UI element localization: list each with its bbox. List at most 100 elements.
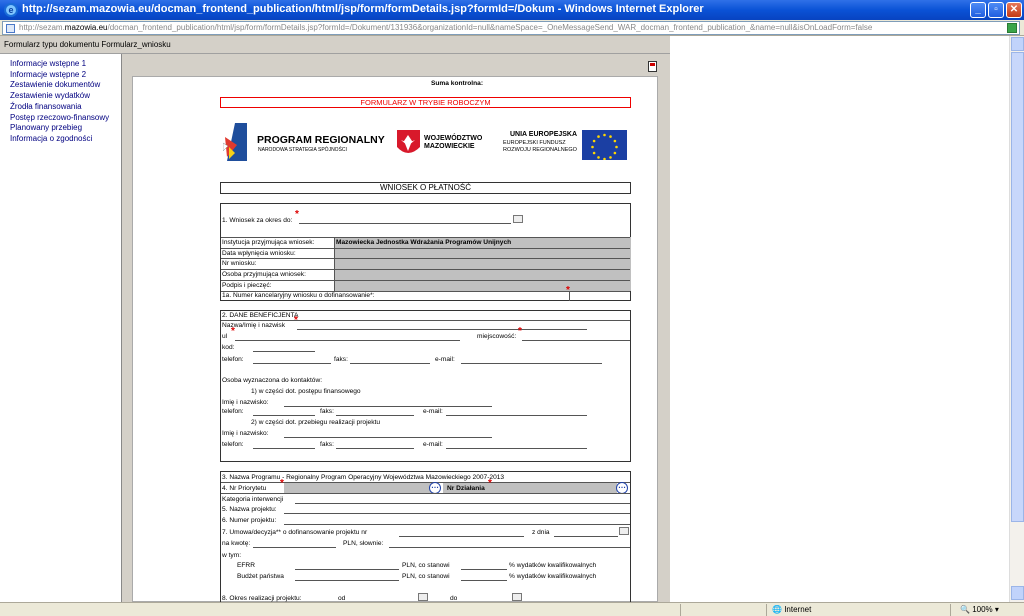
eu-line2: EUROPEJSKI FUNDUSZ (503, 140, 566, 146)
period-realization-label: 8. Okres realizacji projektu: (222, 595, 302, 602)
form-sheet: Suma kontrolna: FORMULARZ W TRYBIE ROBOC… (132, 76, 658, 603)
category-label: Kategoria interwencji (222, 496, 284, 503)
application-number-label: 1a. Numer kancelaryjny wniosku o dofinan… (222, 292, 375, 299)
contract-date-input[interactable] (554, 536, 618, 537)
program-name-label: 3. Nazwa Programu - Regionalny Program O… (222, 474, 505, 481)
budget-label: Budżet państwa (237, 573, 284, 580)
name-input[interactable] (297, 329, 587, 330)
vertical-scrollbar[interactable] (1009, 36, 1024, 602)
phone-input[interactable] (253, 363, 331, 364)
project-number-input[interactable] (284, 524, 630, 525)
fax-input[interactable] (350, 363, 430, 364)
city-label: miejscowość: (477, 333, 517, 340)
zoom-control[interactable]: 🔍 100% ▾ (960, 605, 999, 614)
page-icon (6, 24, 15, 33)
scroll-up-button[interactable] (1011, 37, 1024, 51)
nav-item[interactable]: Zestawienie dokumentów (0, 80, 121, 91)
email-input[interactable] (461, 363, 602, 364)
amount-label: na kwotę: (222, 540, 251, 547)
eu-flag-icon (582, 130, 627, 161)
priority-label: 4. Nr Priorytetu (222, 485, 267, 492)
city-input[interactable] (522, 340, 630, 341)
form-area: Suma kontrolna: FORMULARZ W TRYBIE ROBOC… (122, 54, 670, 603)
contact2-name-input[interactable] (284, 437, 492, 438)
maximize-button[interactable]: ▫ (988, 2, 1004, 18)
period-input[interactable] (299, 223, 511, 224)
calendar-icon[interactable] (513, 215, 523, 223)
efrr-input[interactable] (295, 569, 399, 570)
required-mark: * (231, 326, 235, 337)
institution-value: Mazowiecka Jednostka Wdrażania Programów… (336, 239, 512, 246)
nav-item[interactable]: Postęp rzeczowo-finansowy (0, 113, 121, 124)
calendar-icon[interactable] (512, 593, 522, 601)
eu-line3: ROZWOJU REGIONALNEGO (503, 147, 577, 153)
priority-select[interactable] (284, 483, 432, 493)
calendar-icon[interactable] (418, 593, 428, 601)
program-regionalny-subtitle: NARODOWA STRATEGIA SPÓJNOŚCI (258, 147, 347, 153)
zoom-icon: 🔍 (960, 605, 970, 614)
nav-item[interactable]: Informacja o zgodności (0, 134, 121, 145)
budget-input[interactable] (295, 580, 399, 581)
checksum-label: Suma kontrolna: (431, 80, 484, 87)
contact2-fax-input[interactable] (336, 448, 414, 449)
nav-item[interactable]: Planowany przebieg (0, 123, 121, 134)
amount-input[interactable] (253, 547, 336, 548)
category-input[interactable] (295, 503, 630, 504)
nav-item[interactable]: Informacje wstępne 2 (0, 70, 121, 81)
contact1-name-label: Imię i nazwisko: (222, 399, 269, 406)
contact2-email-label: e-mail: (423, 441, 443, 448)
form-type-header: Formularz typu dokumentu Formularz_wnios… (0, 36, 670, 54)
go-icon[interactable] (1007, 23, 1017, 33)
contact1-fax-input[interactable] (336, 415, 414, 416)
required-mark: * (488, 478, 492, 489)
nav-item[interactable]: Zestawienie wydatków (0, 91, 121, 102)
form-title: WNIOSEK O PŁATNOŚĆ (220, 182, 631, 194)
project-name-label: 5. Nazwa projektu: (222, 506, 277, 513)
postcode-label: kod: (222, 344, 235, 351)
status-bar: 🌐 Internet 🔍 100% ▾ (0, 602, 1024, 616)
nav-item[interactable]: Informacje wstępne 1 (0, 59, 121, 70)
contact1-email-input[interactable] (446, 415, 587, 416)
contact1-name-input[interactable] (284, 406, 492, 407)
contact2-email-input[interactable] (446, 448, 587, 449)
amount-words-input[interactable] (389, 547, 630, 548)
scroll-thumb[interactable] (1011, 52, 1024, 522)
pdf-icon[interactable] (648, 61, 657, 72)
efrr-pct-label: % wydatków kwalifikowalnych (509, 562, 597, 569)
contact2-phone-label: telefon: (222, 441, 244, 448)
fax-label: faks: (334, 356, 348, 363)
nav-item[interactable]: Źrodła finansowania (0, 102, 121, 113)
globe-icon: 🌐 (772, 605, 782, 614)
required-mark: * (518, 326, 522, 337)
scroll-down-button[interactable] (1011, 586, 1024, 600)
words-label: PLN, słownie: (343, 540, 384, 547)
contact1-phone-input[interactable] (253, 415, 315, 416)
postcode-input[interactable] (253, 351, 315, 352)
row-label: Nr wniosku: (222, 260, 257, 267)
contract-date-label: z dnia (532, 529, 550, 536)
email-label: e-mail: (435, 356, 455, 363)
address-text: http://sezam.mazowia.eu/docman_frontend_… (19, 23, 873, 32)
section-3: 3. Nazwa Programu - Regionalny Program O… (220, 471, 631, 603)
close-button[interactable]: ✕ (1006, 2, 1022, 18)
efrr-label: EFRR (237, 562, 255, 569)
efrr-percent-input[interactable] (461, 569, 507, 570)
section-1: 1. Wniosek za okres do: * Instytucja prz… (220, 203, 631, 301)
budget-pln-label: PLN, co stanowi (402, 573, 450, 580)
budget-percent-input[interactable] (461, 580, 507, 581)
contact1-fax-label: faks: (320, 408, 334, 415)
ie-logo-icon: e (4, 3, 18, 17)
project-name-input[interactable] (284, 513, 630, 514)
contact1-email-label: e-mail: (423, 408, 443, 415)
budget-pct-label: % wydatków kwalifikowalnych (509, 573, 597, 580)
contact-label: Osoba wyznaczona do kontaktów: (222, 377, 323, 384)
calendar-icon[interactable] (619, 527, 629, 535)
minimize-button[interactable]: _ (970, 2, 986, 18)
title-bar: e http://sezam.mazowia.eu/docman_fronten… (0, 0, 1024, 20)
street-label: ul (222, 333, 228, 340)
phone-label: telefon: (222, 356, 244, 363)
contact2-phone-input[interactable] (253, 448, 315, 449)
contract-number-input[interactable] (399, 536, 524, 537)
address-input[interactable]: http://sezam.mazowia.eu/docman_frontend_… (2, 21, 1020, 35)
street-input[interactable] (235, 340, 460, 341)
